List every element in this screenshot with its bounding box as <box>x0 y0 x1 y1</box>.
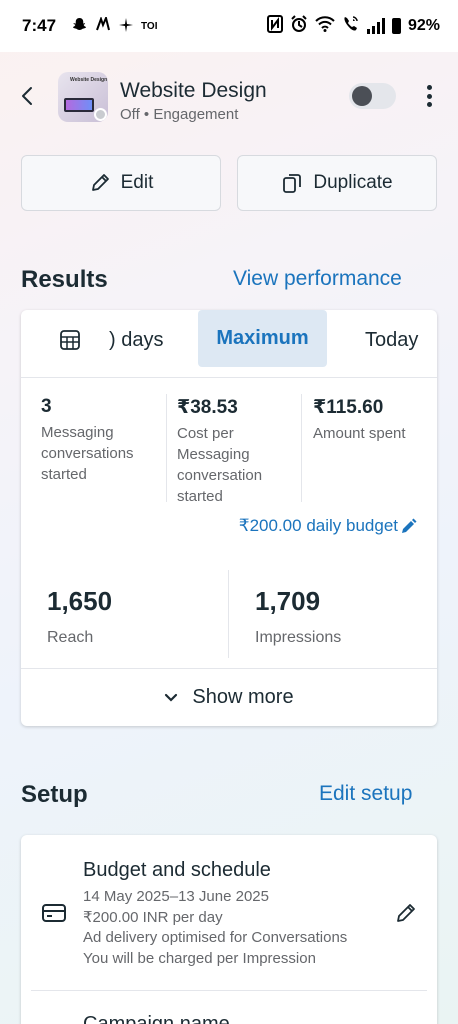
daily-budget-link[interactable]: ₹200.00 daily budget <box>239 516 417 536</box>
metric-cost-per-result: ₹38.53 Cost per Messaging conversation s… <box>177 396 299 507</box>
thumbnail-caption: Website Design <box>70 77 108 83</box>
edit-setup-link[interactable]: Edit setup <box>319 782 412 806</box>
daily-budget-text: ₹200.00 daily budget <box>238 516 398 535</box>
campaign-header: Website Design Website Design Off • Enga… <box>0 70 458 130</box>
tab-today[interactable]: Today <box>365 329 418 352</box>
snapchat-icon <box>72 17 87 35</box>
charging-info: You will be charged per Impression <box>83 949 316 967</box>
results-heading: Results <box>21 266 108 293</box>
metric-conversations: 3 Messaging conversations started <box>41 396 166 485</box>
divider <box>228 570 229 658</box>
battery-percent: 92% <box>407 17 440 34</box>
reach-value: 1,650 <box>47 586 113 616</box>
metric-label: Cost per Messaging conversation started <box>177 425 263 505</box>
edit-button-label: Edit <box>120 172 154 193</box>
app-notification-icon <box>95 14 111 35</box>
divider <box>301 394 302 502</box>
sparkle-icon <box>119 17 133 35</box>
campaign-thumbnail: Website Design <box>58 72 108 122</box>
impressions-label: Impressions <box>255 629 342 646</box>
edit-button[interactable]: Edit <box>21 155 221 211</box>
nfc-icon <box>266 15 283 37</box>
setup-heading: Setup <box>21 781 88 808</box>
edit-pencil-icon <box>402 518 417 533</box>
metric-value: ₹38.53 <box>177 397 238 418</box>
metric-amount-spent: ₹115.60 Amount spent <box>313 396 433 444</box>
calendar-icon[interactable] <box>59 329 81 351</box>
pencil-icon <box>397 904 415 922</box>
view-performance-link[interactable]: View performance <box>233 267 402 291</box>
metric-value: ₹115.60 <box>313 397 384 418</box>
campaign-toggle[interactable] <box>349 83 396 109</box>
chevron-down-icon <box>165 693 178 702</box>
show-more-label: Show more <box>192 686 294 708</box>
campaign-name-title: Campaign name <box>83 1013 230 1024</box>
metric-value: 3 <box>41 396 52 417</box>
more-options-icon[interactable] <box>419 83 439 109</box>
metric-label: Messaging conversations started <box>41 424 134 483</box>
status-dot <box>94 108 107 121</box>
reach-metric: 1,650 Reach <box>47 586 112 647</box>
campaign-title: Website Design <box>120 79 267 102</box>
toi-icon: TOI <box>141 20 158 32</box>
metric-label: Amount spent <box>313 425 406 442</box>
alarm-icon <box>290 15 308 37</box>
credit-card-icon <box>41 902 67 924</box>
wifi-call-icon <box>342 15 360 37</box>
budget-schedule-details: 14 May 2025–13 June 2025 ₹200.00 INR per… <box>83 887 347 969</box>
setup-card: Budget and schedule 14 May 2025–13 June … <box>21 835 437 1024</box>
budget-amount: ₹200.00 INR per day <box>83 908 223 926</box>
edit-budget-button[interactable] <box>394 901 418 925</box>
results-card: ) days Maximum Today 3 Messaging convers… <box>21 310 437 726</box>
chevron-left-icon <box>22 87 32 105</box>
show-more-button[interactable]: Show more <box>21 668 437 726</box>
duplicate-button-label: Duplicate <box>313 172 393 193</box>
impressions-metric: 1,709 Impressions <box>255 586 341 647</box>
wifi-icon <box>315 16 335 36</box>
reach-label: Reach <box>47 629 94 646</box>
divider <box>166 394 167 502</box>
status-time: 7:47 <box>22 16 57 35</box>
delivery-optimisation: Ad delivery optimised for Conversations <box>83 929 348 946</box>
signal-icon <box>366 18 385 34</box>
battery-icon <box>391 18 401 34</box>
campaign-subtitle: Off • Engagement <box>120 106 239 123</box>
system-icons: 92% <box>266 15 440 37</box>
toggle-knob <box>352 86 372 106</box>
impressions-value: 1,709 <box>255 586 321 616</box>
divider <box>31 990 427 991</box>
back-button[interactable] <box>18 84 38 108</box>
duplicate-icon <box>283 174 302 193</box>
date-range-selector: ) days Maximum Today <box>21 310 437 378</box>
budget-schedule-title: Budget and schedule <box>83 859 271 881</box>
tab-days[interactable]: ) days <box>109 329 163 352</box>
status-bar: 7:47 TOI 92% <box>0 0 458 52</box>
tab-maximum[interactable]: Maximum <box>198 310 327 367</box>
laptop-screen-image <box>66 100 92 110</box>
pencil-icon <box>91 174 109 191</box>
duplicate-button[interactable]: Duplicate <box>237 155 437 211</box>
schedule-dates: 14 May 2025–13 June 2025 <box>83 888 269 905</box>
notification-icons: TOI <box>72 14 158 35</box>
